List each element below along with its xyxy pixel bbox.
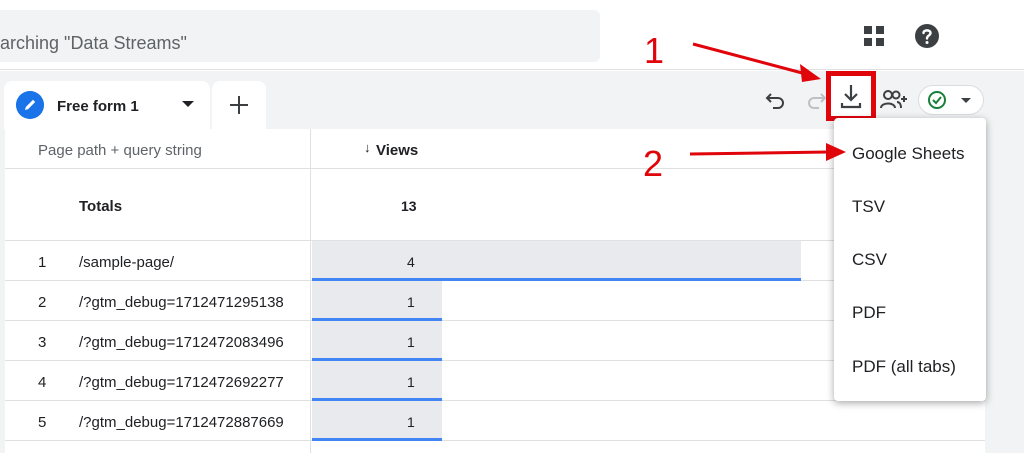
value-bar <box>312 361 442 401</box>
row-index: 3 <box>38 334 47 351</box>
row-index: 5 <box>38 414 47 431</box>
share-users-icon[interactable] <box>879 86 909 114</box>
check-status-dropdown[interactable] <box>918 85 984 115</box>
totals-value: 13 <box>401 198 417 214</box>
menu-item-google-sheets[interactable]: Google Sheets <box>834 126 986 179</box>
top-bar: earching "Data Streams" <box>0 0 1024 70</box>
row-value: 1 <box>407 414 415 430</box>
search-input[interactable]: earching "Data Streams" <box>0 33 187 54</box>
menu-item-label: PDF <box>852 303 886 322</box>
chevron-down-icon <box>961 98 971 103</box>
row-path: /?gtm_debug=1712472692277 <box>79 374 284 391</box>
annotation-step-1: 1 <box>644 30 665 71</box>
value-bar <box>312 281 442 321</box>
totals-label: Totals <box>79 198 123 215</box>
menu-item-tsv[interactable]: TSV <box>834 179 986 232</box>
export-menu: Google Sheets TSV CSV PDF PDF (all tabs) <box>834 118 986 401</box>
value-bar <box>312 241 801 281</box>
dimension-header-label: Page path + query string <box>38 142 202 159</box>
menu-item-pdf-all-tabs[interactable]: PDF (all tabs) <box>834 339 986 392</box>
menu-item-csv[interactable]: CSV <box>834 232 986 285</box>
chevron-down-icon[interactable] <box>182 101 194 107</box>
table-row[interactable]: 5 /?gtm_debug=1712472887669 1 <box>5 401 985 441</box>
value-bar <box>312 321 442 361</box>
row-value: 1 <box>407 294 415 310</box>
row-index: 4 <box>38 374 47 391</box>
tab-free-form[interactable]: Free form 1 <box>4 81 210 129</box>
menu-item-label: PDF (all tabs) <box>852 357 956 376</box>
menu-item-label: Google Sheets <box>852 144 965 163</box>
help-icon[interactable] <box>914 23 940 49</box>
row-value: 1 <box>407 334 415 350</box>
undo-icon[interactable] <box>764 88 788 112</box>
dimension-header[interactable]: Page path + query string <box>5 129 310 169</box>
row-value: 4 <box>407 254 415 270</box>
tab-label: Free form 1 <box>57 98 139 115</box>
apps-grid-icon[interactable] <box>862 24 886 48</box>
redo-icon[interactable] <box>804 88 828 112</box>
menu-item-label: CSV <box>852 250 887 269</box>
download-button-highlight[interactable] <box>826 71 876 121</box>
row-path: /sample-page/ <box>79 254 175 271</box>
menu-item-pdf[interactable]: PDF <box>834 285 986 338</box>
metric-header-label: Views <box>376 142 419 159</box>
pencil-icon[interactable] <box>16 91 44 119</box>
add-tab-button[interactable] <box>212 81 266 129</box>
sort-arrow-icon: ↓ <box>364 140 371 155</box>
menu-item-label: TSV <box>852 197 886 216</box>
row-path: /?gtm_debug=1712471295138 <box>79 294 284 311</box>
row-index: 1 <box>38 254 47 271</box>
row-path: /?gtm_debug=1712472083496 <box>79 334 284 351</box>
check-circle-icon <box>928 91 946 109</box>
search-box[interactable]: earching "Data Streams" <box>0 10 600 62</box>
plus-icon <box>230 96 248 114</box>
row-value: 1 <box>407 374 415 390</box>
annotation-step-2: 2 <box>643 143 664 184</box>
value-bar <box>312 401 442 441</box>
row-index: 2 <box>38 294 47 311</box>
download-icon <box>840 85 862 109</box>
row-path: /?gtm_debug=1712472887669 <box>79 414 284 431</box>
